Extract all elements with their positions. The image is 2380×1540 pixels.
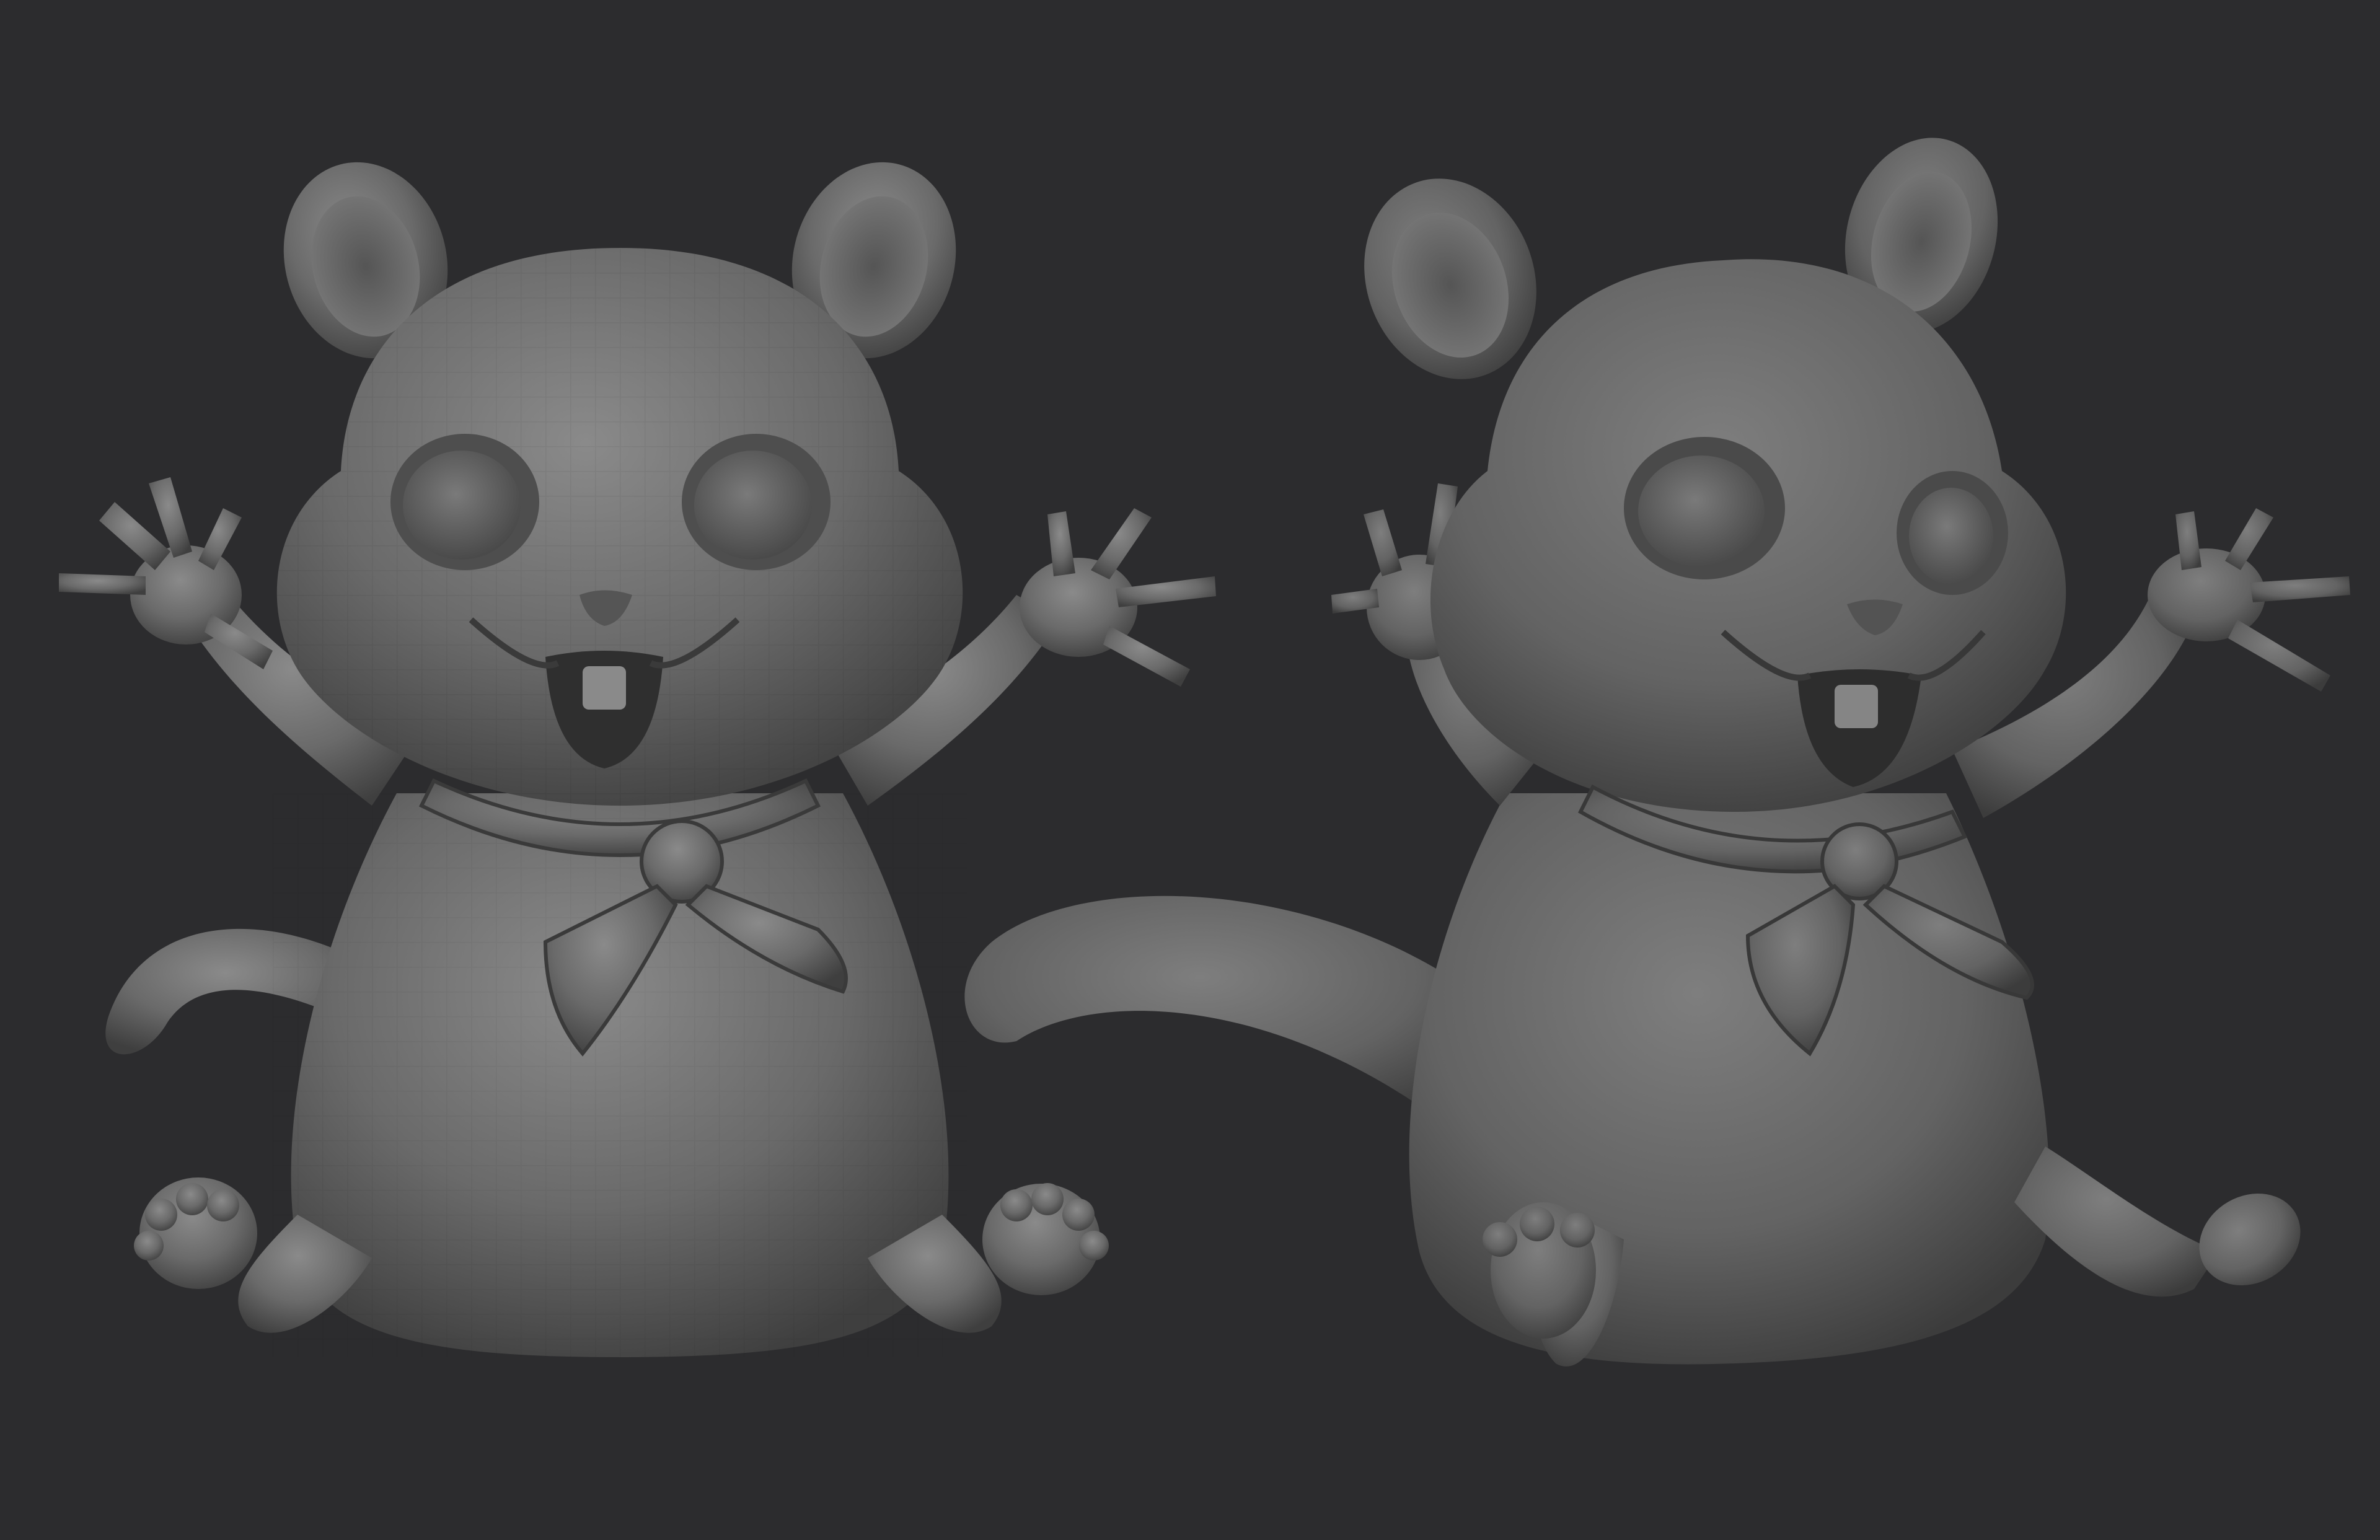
left-hand [59,477,273,669]
right-foot [2014,1146,2301,1297]
mouse-low-subdivision [59,162,1216,1357]
left-eye-ball [1638,455,1765,567]
teeth [1835,685,1878,728]
left-eye-ball [403,451,521,560]
mouse-smooth-subdivision [964,138,2350,1366]
right-eye-ball [694,451,812,560]
tail [964,895,1488,1128]
teeth [583,666,626,710]
right-hand [1020,508,1216,687]
right-hand [2148,508,2350,692]
right-eye-ball [1909,488,1993,584]
facet-overlay [273,793,967,1357]
render-viewport [59,138,2350,1366]
